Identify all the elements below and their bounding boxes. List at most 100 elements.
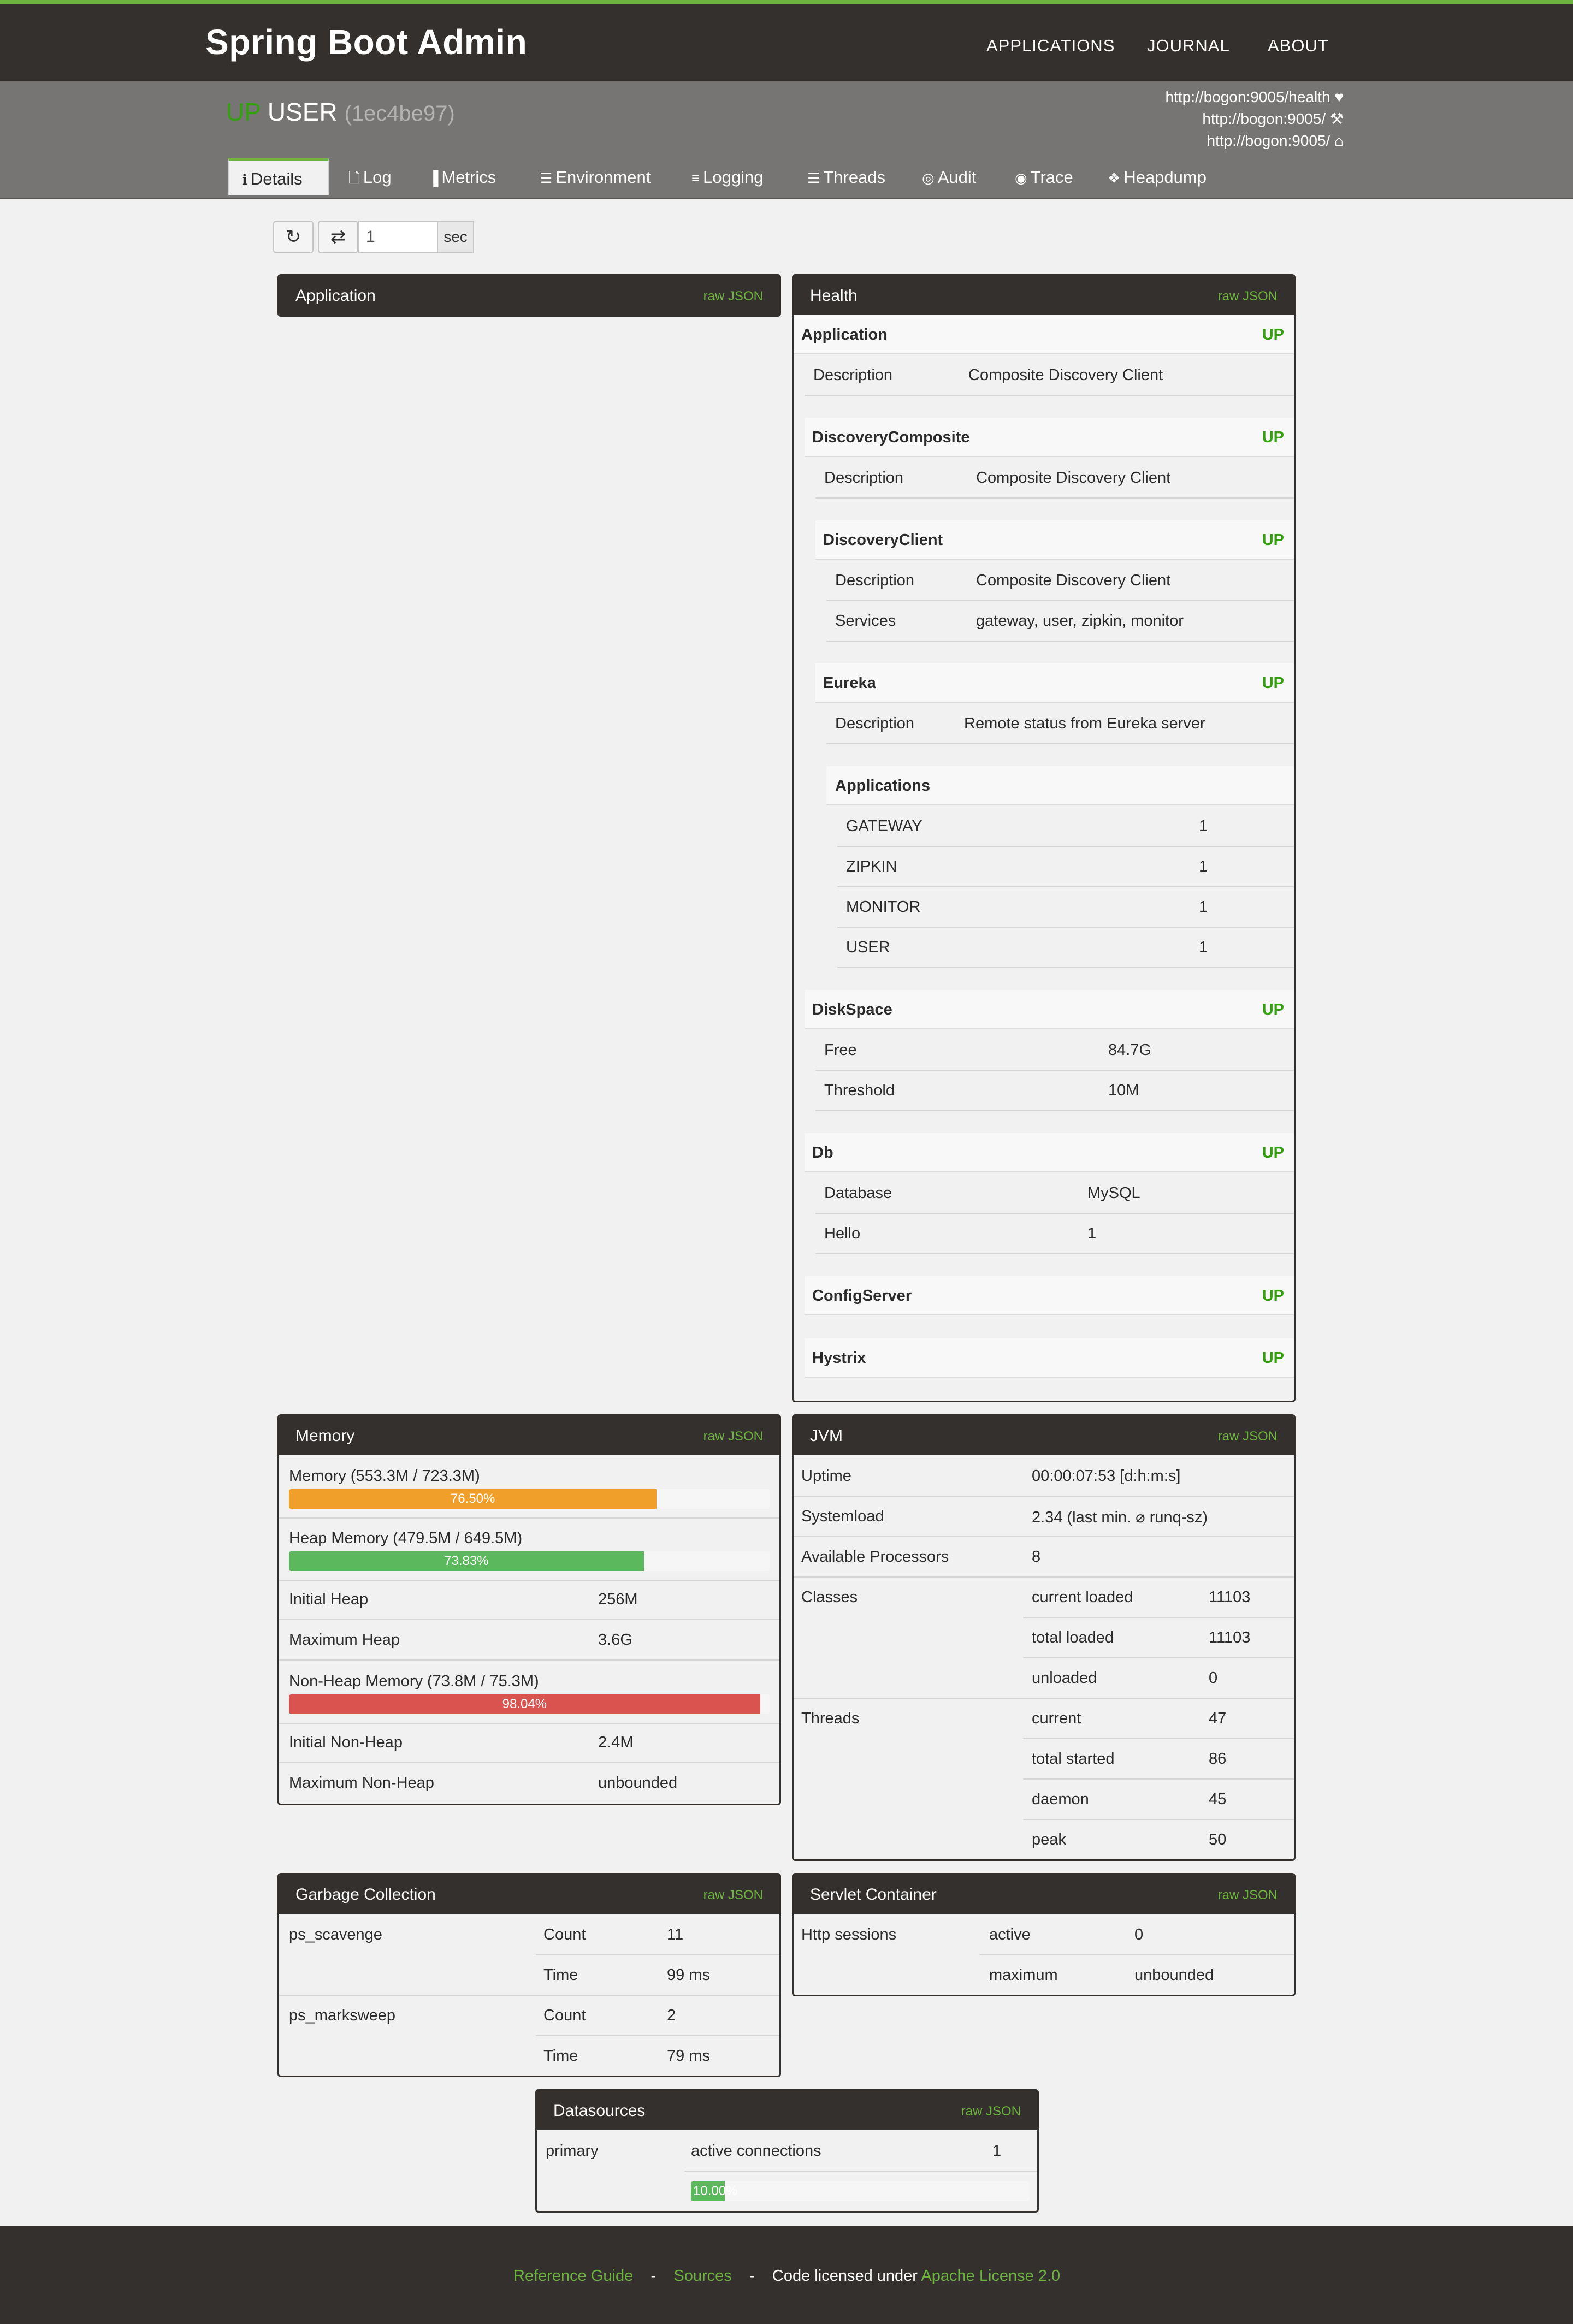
panel-title: Application <box>295 287 376 305</box>
classes-label: Classes <box>801 1588 858 1606</box>
tab-log[interactable]: 🗋 Log <box>348 158 392 197</box>
raw-json-link[interactable]: raw JSON <box>1218 1429 1278 1444</box>
divider <box>815 1253 1294 1254</box>
divider <box>794 1536 1294 1537</box>
raw-json-link[interactable]: raw JSON <box>1218 1888 1278 1903</box>
datasource-name: primary <box>546 2142 599 2160</box>
divider <box>826 600 1294 601</box>
raw-json-link[interactable]: raw JSON <box>703 289 763 304</box>
bar-chart-icon: ▐ <box>428 170 439 186</box>
divider <box>1023 1819 1294 1820</box>
raw-json-link[interactable]: raw JSON <box>703 1888 763 1903</box>
service-url[interactable]: http://bogon:9005/ <box>1207 132 1330 149</box>
raw-json-link[interactable]: raw JSON <box>1218 289 1278 304</box>
divider <box>684 2171 1037 2172</box>
gc-count-value: 11 <box>667 1926 684 1943</box>
threads-total-label: total started <box>1032 1750 1115 1768</box>
divider <box>794 1576 1294 1578</box>
auto-refresh-button[interactable]: ⇄ <box>318 221 358 253</box>
top-accent-line <box>0 0 1573 4</box>
status-badge: UP <box>1262 1001 1284 1018</box>
nav-journal[interactable]: JOURNAL <box>1147 36 1230 56</box>
database-label: Database <box>824 1184 892 1202</box>
health-url[interactable]: http://bogon:9005/health <box>1166 88 1330 105</box>
discovery-client-label: DiscoveryClient <box>823 531 943 549</box>
apache-license-link[interactable]: Apache License 2.0 <box>921 2267 1060 2285</box>
divider <box>279 1517 779 1519</box>
footer-text: Reference Guide - Sources - Code license… <box>513 2267 1060 2285</box>
description-value: Remote status from Eureka server <box>964 715 1205 732</box>
management-url[interactable]: http://bogon:9005/ <box>1202 110 1326 127</box>
services-label: Services <box>835 612 896 630</box>
app-name: USER <box>267 98 338 126</box>
uptime-value: 00:00:07:53 [d:h:m:s] <box>1032 1467 1181 1485</box>
db-row <box>805 1133 1294 1172</box>
divider <box>815 1213 1294 1214</box>
divider <box>837 846 1294 847</box>
divider <box>815 497 1294 499</box>
refresh-icon: ↻ <box>285 227 301 247</box>
threads-label: Threads <box>801 1710 860 1727</box>
divider <box>536 1954 779 1955</box>
discovery-composite-label: DiscoveryComposite <box>812 429 970 446</box>
nav-applications[interactable]: APPLICATIONS <box>986 36 1115 56</box>
tab-threads[interactable]: ☰ Threads <box>807 158 885 197</box>
raw-json-link[interactable]: raw JSON <box>703 1429 763 1444</box>
app-count: 1 <box>1199 817 1208 835</box>
database-value: MySQL <box>1087 1184 1140 1202</box>
threshold-label: Threshold <box>824 1082 895 1099</box>
status-badge: UP <box>1262 531 1284 549</box>
gc-time-value: 79 ms <box>667 2047 710 2065</box>
divider <box>837 886 1294 887</box>
db-label: Db <box>812 1144 833 1161</box>
heap-progress-fill: 73.83% <box>289 1551 644 1571</box>
refresh-button[interactable]: ↻ <box>273 221 314 253</box>
divider <box>815 1070 1294 1071</box>
sessions-active-label: active <box>989 1926 1031 1943</box>
tab-details[interactable]: ℹ Details <box>228 158 329 195</box>
tab-heapdump[interactable]: ❖ Heapdump <box>1108 158 1207 197</box>
interval-unit: sec <box>437 221 474 253</box>
divider <box>805 395 1294 396</box>
description-value: Composite Discovery Client <box>976 572 1171 589</box>
app-count: 1 <box>1199 898 1208 916</box>
description-value: Composite Discovery Client <box>976 469 1171 487</box>
hello-label: Hello <box>824 1225 861 1242</box>
diskspace-label: DiskSpace <box>812 1001 892 1018</box>
tab-metrics[interactable]: ▐ Metrics <box>428 158 496 197</box>
eye-icon: ◉ <box>1015 170 1027 186</box>
services-value: gateway, user, zipkin, monitor <box>976 612 1184 630</box>
jvm-panel: JVM raw JSON Uptime 00:00:07:53 [d:h:m:s]… <box>792 1414 1296 1861</box>
raw-json-link[interactable]: raw JSON <box>961 2104 1021 2119</box>
nonheap-progress-fill: 98.04% <box>289 1694 760 1714</box>
initial-heap-label: Initial Heap <box>289 1591 369 1608</box>
gc-panel: Garbage Collection raw JSON ps_scavenge C… <box>277 1873 781 2077</box>
brand-title[interactable]: Spring Boot Admin <box>205 22 527 62</box>
tab-environment[interactable]: ☰ Environment <box>540 158 651 197</box>
sources-link[interactable]: Sources <box>673 2267 731 2285</box>
hystrix-label: Hystrix <box>812 1349 866 1367</box>
panel-title: Garbage Collection <box>295 1886 436 1904</box>
app-name: GATEWAY <box>846 817 922 835</box>
refresh-interval-input[interactable]: 1 <box>358 221 438 253</box>
divider <box>794 1698 1294 1699</box>
reference-guide-link[interactable]: Reference Guide <box>513 2267 633 2285</box>
divider <box>1023 1657 1294 1658</box>
divider <box>279 1659 779 1661</box>
divider <box>837 927 1294 928</box>
status-badge: UP <box>1262 1349 1284 1367</box>
threshold-value: 10M <box>1108 1082 1139 1099</box>
systemload-value: 2.34 (last min. ⌀ runq-sz) <box>1032 1509 1208 1526</box>
tab-audit[interactable]: ◎ Audit <box>922 158 976 197</box>
description-label: Description <box>835 715 915 732</box>
gc-count-value: 2 <box>667 2007 676 2024</box>
tab-logging[interactable]: ≡ Logging <box>691 158 764 197</box>
tab-trace[interactable]: ◉ Trace <box>1015 158 1073 197</box>
divider <box>979 1954 1294 1955</box>
description-label: Description <box>824 469 904 487</box>
gc-time-label: Time <box>543 1966 578 1984</box>
app-count: 1 <box>1199 939 1208 956</box>
processors-value: 8 <box>1032 1548 1041 1566</box>
nav-about[interactable]: ABOUT <box>1268 36 1329 56</box>
sessions-active-value: 0 <box>1134 1926 1144 1943</box>
